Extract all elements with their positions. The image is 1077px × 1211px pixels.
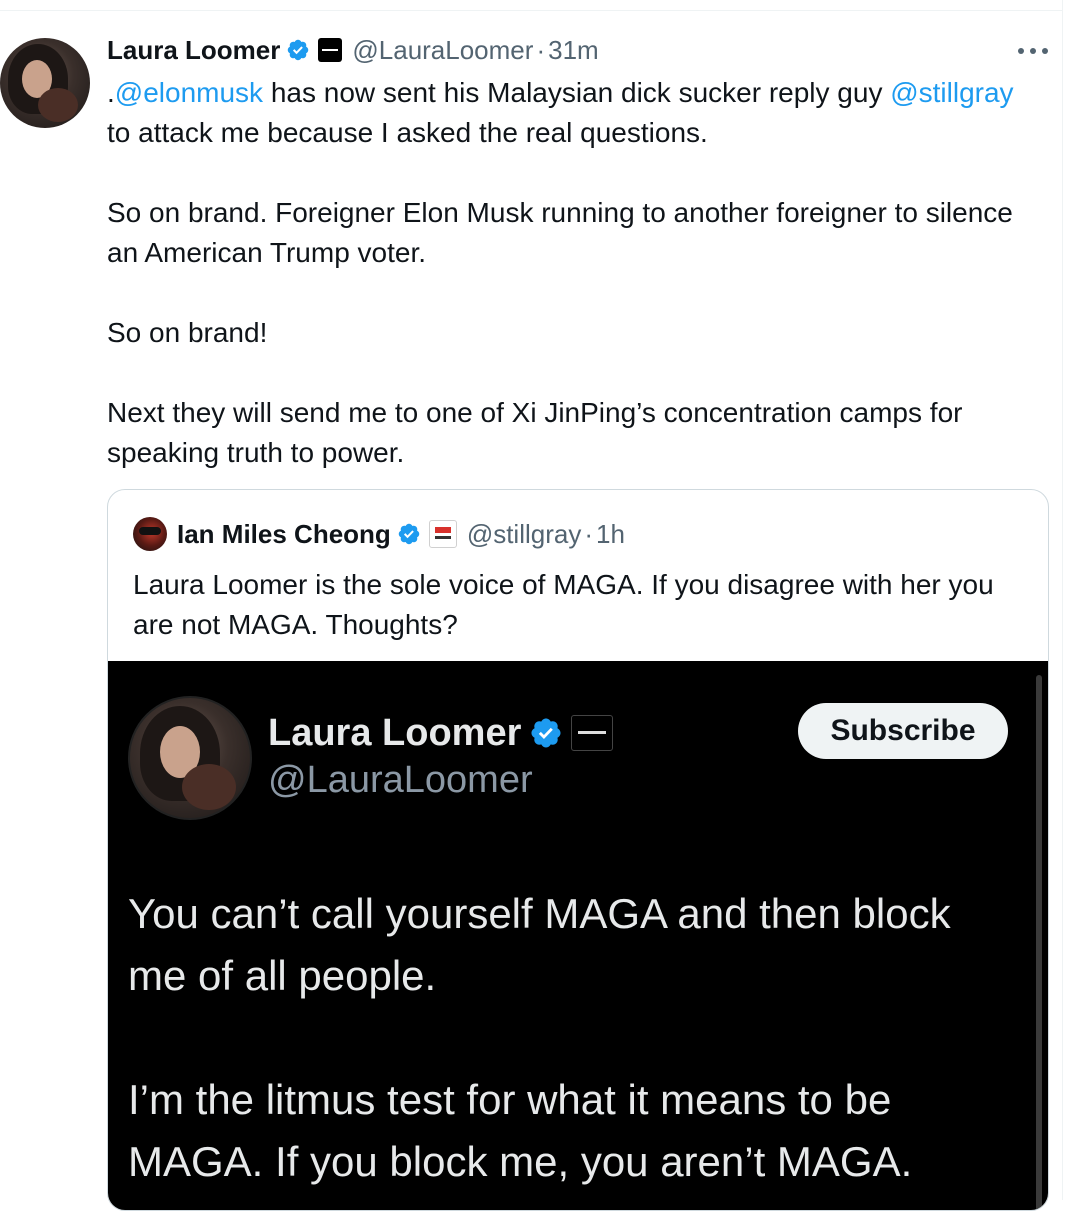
quote-author-name[interactable]: Ian Miles Cheong (177, 519, 391, 550)
media-avatar (128, 696, 252, 820)
affiliation-badge-icon (571, 715, 614, 751)
tweet-text: .@elonmusk has now sent his Malaysian di… (107, 73, 1037, 513)
quoted-tweet[interactable]: Ian Miles Cheong @stillgray · 1h Laura L… (107, 489, 1049, 1211)
verified-badge-icon (531, 718, 561, 748)
author-handle[interactable]: @LauraLoomer (352, 35, 533, 66)
more-horizontal-icon[interactable] (1018, 41, 1048, 61)
quote-header: Ian Miles Cheong @stillgray · 1h (133, 514, 625, 554)
mention-link[interactable]: @stillgray (890, 77, 1013, 108)
more-dot (1042, 48, 1048, 54)
more-dot (1018, 48, 1024, 54)
media-paragraph: You can’t call yourself MAGA and then bl… (128, 890, 951, 999)
quote-media-image[interactable]: Laura Loomer @LauraLoomer Subscribe You … (108, 661, 1048, 1210)
media-scrollbar (1036, 675, 1042, 1210)
quote-text: Laura Loomer is the sole voice of MAGA. … (133, 569, 994, 640)
verified-badge-icon (288, 39, 309, 61)
media-handle: @LauraLoomer (268, 759, 533, 801)
text-prefix: . (107, 77, 115, 108)
tweet-paragraph: .@elonmusk has now sent his Malaysian di… (107, 73, 1037, 153)
more-dot (1030, 48, 1036, 54)
media-name-row: Laura Loomer (268, 711, 614, 755)
quote-author-handle[interactable]: @stillgray (467, 519, 582, 550)
author-avatar[interactable] (0, 38, 90, 128)
tweet-paragraph: Next they will send me to one of Xi JinP… (107, 397, 963, 468)
author-name[interactable]: Laura Loomer (107, 35, 280, 66)
mention-link[interactable]: @elonmusk (115, 77, 263, 108)
tweet-paragraph: So on brand. Foreigner Elon Musk running… (107, 197, 1013, 268)
avatar-dog (182, 764, 236, 810)
text-segment: has now sent his Malaysian dick sucker r… (263, 77, 891, 108)
media-paragraph: I’m the litmus test for what it means to… (128, 1076, 913, 1185)
media-name: Laura Loomer (268, 711, 522, 754)
right-divider (1062, 0, 1063, 1200)
top-divider (0, 10, 1062, 11)
tweet-timestamp[interactable]: 31m (548, 35, 599, 66)
verified-badge-icon (398, 523, 420, 545)
avatar-dog (38, 88, 78, 122)
header-separator: · (584, 518, 594, 549)
affiliation-badge-icon (428, 520, 457, 548)
tweet-header: Laura Loomer @LauraLoomer · 31m (107, 30, 599, 70)
tweet-paragraph: So on brand! (107, 317, 268, 348)
header-separator: · (536, 34, 546, 65)
text-segment: to attack me because I asked the real qu… (107, 117, 708, 148)
media-subscribe-button: Subscribe (798, 703, 1008, 759)
affiliation-badge-icon (318, 38, 343, 62)
quote-timestamp[interactable]: 1h (596, 519, 625, 550)
media-post-text: You can’t call yourself MAGA and then bl… (128, 883, 1008, 1210)
quote-author-avatar[interactable] (133, 517, 167, 551)
